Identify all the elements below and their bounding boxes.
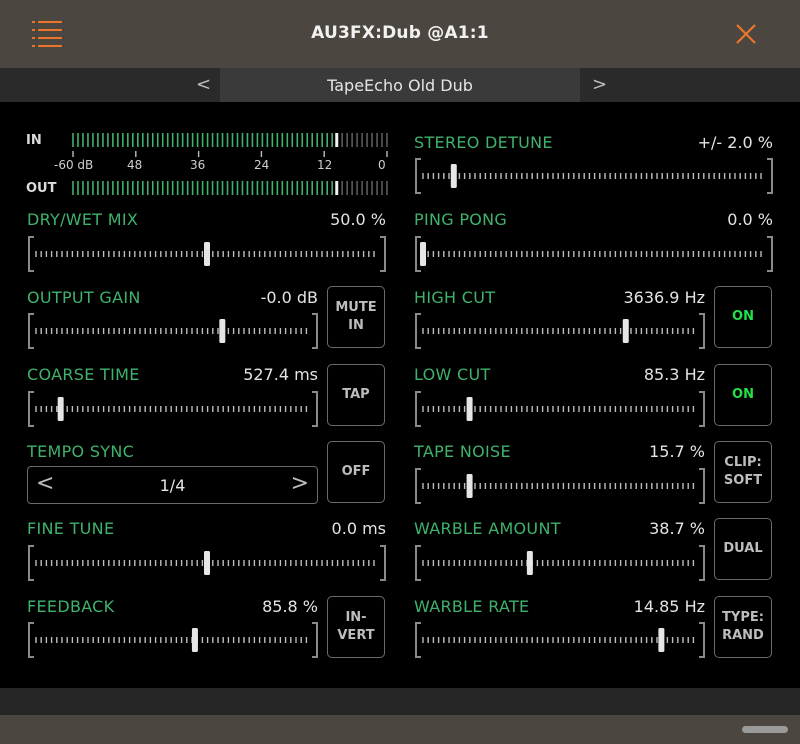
tempo-sync-label: TEMPO SYNC [27,442,135,461]
footer-bar [0,715,800,744]
meter-scale-ticks [72,151,388,157]
preset-selector: < TapeEcho Old Dub > [0,68,800,102]
mute-in-button-label: MUTE IN [335,300,377,333]
feedback-label: FEEDBACK [27,597,115,616]
warble-rate-slider[interactable] [414,622,706,658]
warble-type-button[interactable]: TYPE: RAND [714,596,772,658]
tape-noise-slider[interactable] [414,468,706,504]
resize-handle[interactable] [742,726,788,733]
meter-scale-label: -60 dB [54,158,94,172]
slider-thumb[interactable] [466,474,473,498]
meter-peak-marker [335,181,339,195]
meter-scale-label: 48 [127,158,143,172]
preset-prev-button[interactable]: < [196,74,211,95]
warble-rate-value: 14.85 Hz [633,597,705,616]
tap-button-label: TAP [342,387,370,402]
warble-rate-label: WARBLE RATE [414,597,530,616]
meter-in-label: IN [26,133,42,148]
stereo-detune-label: STEREO DETUNE [414,133,553,152]
ping-pong-slider[interactable] [414,236,774,272]
high-cut-on-label: ON [732,309,754,324]
slider-thumb[interactable] [204,242,210,266]
ping-pong-label: PING PONG [414,210,508,229]
dry-wet-slider[interactable] [27,236,387,272]
preset-name[interactable]: TapeEcho Old Dub [220,68,580,102]
high-cut-label: HIGH CUT [414,288,496,307]
coarse-time-value: 527.4 ms [243,365,318,384]
tempo-next-button[interactable]: > [291,471,309,496]
header-bar: AU3FX:Dub @A1:1 [0,0,800,68]
slider-thumb[interactable] [204,551,210,575]
low-cut-on-label: ON [732,387,754,402]
footer-separator [0,688,800,715]
tempo-sync-selector[interactable]: < 1/4 > [27,466,318,504]
meter-out-label: OUT [26,181,57,196]
slider-thumb[interactable] [57,397,64,421]
meter-out-bar [72,181,388,195]
meter-in-bar [72,133,388,147]
tap-button[interactable]: TAP [327,364,385,426]
invert-button[interactable]: IN- VERT [327,596,385,658]
slider-thumb[interactable] [420,242,426,266]
slider-thumb[interactable] [466,397,473,421]
coarse-time-slider[interactable] [27,391,319,427]
output-gain-value: -0.0 dB [260,288,318,307]
fine-tune-label: FINE TUNE [27,519,115,538]
slider-thumb[interactable] [219,319,226,343]
output-gain-label: OUTPUT GAIN [27,288,141,307]
dry-wet-label: DRY/WET MIX [27,210,139,229]
clip-mode-button[interactable]: CLIP: SOFT [714,441,772,503]
stereo-detune-slider[interactable] [414,158,774,194]
warble-amount-value: 38.7 % [649,519,705,538]
ping-pong-value: 0.0 % [727,210,773,229]
clip-mode-label: CLIP: SOFT [723,455,763,488]
high-cut-on-button[interactable]: ON [714,286,772,348]
output-gain-slider[interactable] [27,313,319,349]
preset-next-button[interactable]: > [592,74,607,95]
dry-wet-value: 50.0 % [330,210,386,229]
low-cut-on-button[interactable]: ON [714,364,772,426]
tempo-sync-value: 1/4 [159,476,186,495]
warble-amount-label: WARBLE AMOUNT [414,519,561,538]
sync-toggle-button[interactable]: OFF [327,441,385,503]
high-cut-slider[interactable] [414,313,706,349]
slider-thumb[interactable] [450,164,457,188]
low-cut-label: LOW CUT [414,365,491,384]
slider-thumb[interactable] [526,551,533,575]
feedback-value: 85.8 % [262,597,318,616]
warble-type-label: TYPE: RAND [722,610,764,643]
slider-thumb[interactable] [622,319,629,343]
tape-noise-label: TAPE NOISE [414,442,511,461]
slider-thumb[interactable] [658,628,665,652]
low-cut-value: 85.3 Hz [643,365,705,384]
meter-scale-label: 0 [378,158,386,172]
warble-amount-slider[interactable] [414,545,706,581]
invert-button-label: IN- VERT [337,610,375,643]
sync-toggle-label: OFF [341,464,371,479]
stereo-detune-value: +/- 2.0 % [697,133,773,152]
window-title: AU3FX:Dub @A1:1 [311,23,489,43]
tape-noise-value: 15.7 % [649,442,705,461]
meter-scale-label: 12 [317,158,333,172]
meter-scale-label: 36 [190,158,206,172]
high-cut-value: 3636.9 Hz [623,288,706,307]
meter-peak-marker [335,133,339,147]
slider-thumb[interactable] [191,628,198,652]
feedback-slider[interactable] [27,622,319,658]
fine-tune-value: 0.0 ms [331,519,386,538]
mute-in-button[interactable]: MUTE IN [327,286,385,348]
fine-tune-slider[interactable] [27,545,387,581]
low-cut-slider[interactable] [414,391,706,427]
dual-mode-label: DUAL [723,541,763,556]
coarse-time-label: COARSE TIME [27,365,140,384]
close-icon[interactable] [734,22,758,46]
dual-mode-button[interactable]: DUAL [714,518,772,580]
meter-scale-label: 24 [254,158,270,172]
